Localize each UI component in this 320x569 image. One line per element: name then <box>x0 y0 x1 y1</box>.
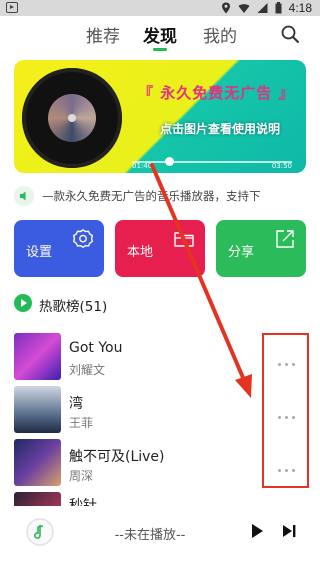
song-title: 触不可及(Live) <box>69 449 165 465</box>
tab-mine[interactable]: 我的 <box>203 22 237 47</box>
play-button[interactable] <box>249 522 265 540</box>
album-cover <box>14 333 61 380</box>
banner-time-start: 01:40 <box>132 162 153 170</box>
song-artist: 周深 <box>69 469 94 483</box>
hot-list-title: 热歌榜(51) <box>39 299 108 315</box>
song-title: 秒针 <box>69 498 97 506</box>
signal-icon <box>257 3 268 13</box>
song-row[interactable]: 秒针 <box>14 492 306 506</box>
active-tab-indicator <box>153 48 167 51</box>
announcement-text: —款永久免费无广告的音乐播放器，支持下 <box>42 189 261 203</box>
top-tabs: 推荐 发现 我的 <box>0 22 320 51</box>
folder-icon <box>174 232 194 247</box>
next-track-button[interactable] <box>281 522 297 540</box>
album-cover <box>14 492 61 506</box>
album-cover <box>14 386 61 433</box>
vinyl-disc-image <box>22 68 122 168</box>
location-icon <box>221 2 230 14</box>
local-card[interactable]: 本地 <box>115 220 205 277</box>
status-bar: 4:18 <box>0 0 320 16</box>
announcement: —款永久免费无广告的音乐播放器，支持下 <box>14 186 306 206</box>
media-notification-icon <box>6 2 18 13</box>
speaker-icon <box>14 186 34 206</box>
mini-player[interactable]: --未在播放-- <box>0 506 320 558</box>
bottom-spacer <box>0 560 320 569</box>
wifi-icon <box>238 4 250 13</box>
settings-label: 设置 <box>26 245 53 260</box>
search-icon[interactable] <box>280 24 300 44</box>
promo-banner[interactable]: 『 永久免费无广告 』 点击图片查看使用说明 01:40 03:50 <box>14 60 306 173</box>
clock: 4:18 <box>288 1 312 15</box>
banner-subtitle: 点击图片查看使用说明 <box>160 122 281 136</box>
banner-progress-knob <box>165 157 174 166</box>
play-all-icon[interactable] <box>14 294 32 312</box>
share-icon <box>276 230 294 248</box>
share-label: 分享 <box>228 245 255 260</box>
tab-recommend[interactable]: 推荐 <box>86 22 120 47</box>
share-card[interactable]: 分享 <box>216 220 306 277</box>
settings-card[interactable]: 设置 <box>14 220 104 277</box>
song-artist: 王菲 <box>69 416 94 430</box>
album-cover <box>14 439 61 486</box>
settings-gear-icon <box>72 229 94 249</box>
song-title: 湾 <box>69 396 83 412</box>
tab-discover[interactable]: 发现 <box>143 22 177 47</box>
banner-title: 『 永久免费无广告 』 <box>138 84 295 102</box>
battery-icon <box>275 2 282 14</box>
song-title: Got You <box>69 340 123 356</box>
annotation-highlight-box <box>262 333 309 488</box>
quick-actions: 设置 本地 分享 <box>14 220 306 277</box>
banner-time-end: 03:50 <box>271 162 292 170</box>
local-label: 本地 <box>127 245 154 260</box>
banner-progress-bar <box>132 161 292 163</box>
song-artist: 刘耀文 <box>69 363 106 377</box>
